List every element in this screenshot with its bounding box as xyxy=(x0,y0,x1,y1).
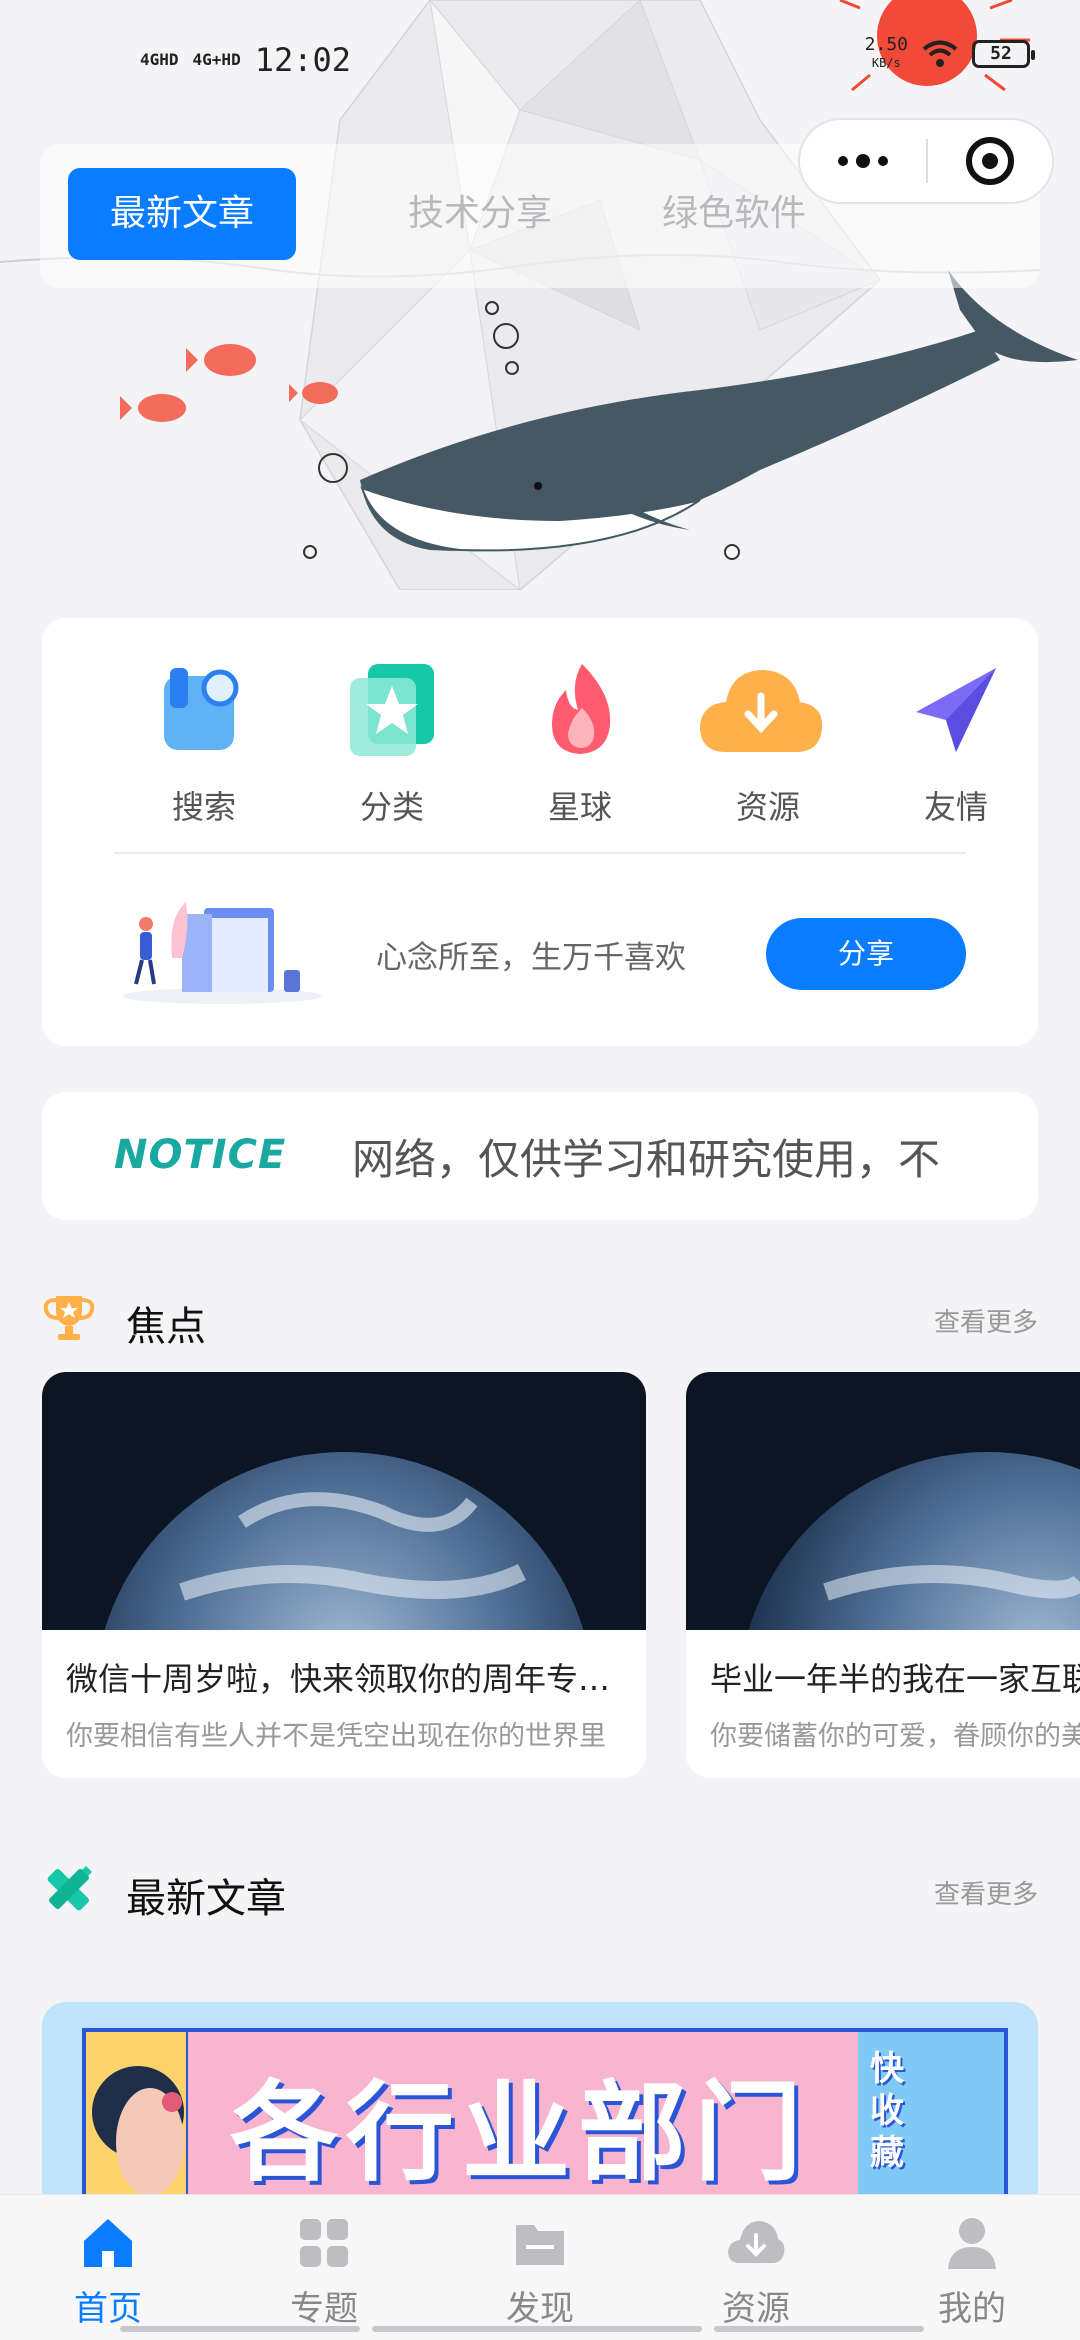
focus-section-title: 焦点 xyxy=(126,1304,206,1350)
iceberg-whale-illustration xyxy=(0,0,1078,590)
focus-section-header: 焦点 查看更多 xyxy=(42,1290,1038,1350)
more-menu-button[interactable] xyxy=(800,154,926,168)
tab-discover-label: 发现 xyxy=(506,2289,574,2329)
notice-text: 网络，仅供学习和研究使用，不 xyxy=(352,1135,941,1184)
tab-mine[interactable]: 我的 xyxy=(912,2213,1032,2330)
target-icon xyxy=(965,137,1014,185)
tab-home-label: 首页 xyxy=(74,2289,142,2329)
nav-label-category: 分类 xyxy=(359,788,424,826)
nav-label-search: 搜索 xyxy=(171,788,236,826)
gesture-bar xyxy=(372,2326,702,2332)
flame-icon xyxy=(552,664,611,754)
tab-mine-label: 我的 xyxy=(938,2289,1006,2329)
cloud-download-icon xyxy=(699,670,822,752)
miniprogram-capsule xyxy=(798,118,1054,204)
nav-item-planet[interactable]: 星球 xyxy=(510,660,650,828)
nav-item-search[interactable]: 搜索 xyxy=(134,660,274,828)
gesture-bar xyxy=(714,2326,924,2332)
search-icon xyxy=(164,668,239,750)
nav-divider xyxy=(114,852,966,854)
tab-home[interactable]: 首页 xyxy=(48,2213,168,2330)
tab-latest-articles[interactable]: 最新文章 xyxy=(68,168,297,260)
bottom-tab-bar: 首页 专题 发现 资源 我的 xyxy=(0,2194,1080,2340)
status-bar-right: 2.50 KB/s 52 xyxy=(865,36,1035,72)
latest-section-header: 最新文章 查看更多 xyxy=(42,1862,1038,1922)
gesture-bar xyxy=(120,2326,360,2332)
network-speed-value: 2.50 xyxy=(864,34,908,55)
tab-discover[interactable]: 发现 xyxy=(480,2213,600,2330)
notice-logo: NOTICE xyxy=(114,1132,287,1178)
user-icon xyxy=(948,2218,996,2269)
grid-icon xyxy=(300,2219,348,2267)
paper-plane-icon xyxy=(916,668,996,752)
focus-card[interactable]: 微信十周岁啦，快来领取你的周年专属报告 你要相信有些人并不是凭空出现在你的世界里 xyxy=(42,1372,646,1778)
latest-section-title: 最新文章 xyxy=(126,1876,286,1922)
nav-label-planet: 星球 xyxy=(547,788,612,826)
focus-card-title: 毕业一年半的我在一家互联网公司 xyxy=(710,1660,1080,1698)
tab-resources[interactable]: 资源 xyxy=(696,2213,816,2330)
focus-card[interactable]: 毕业一年半的我在一家互联网公司 你要储蓄你的可爱，眷顾你的美好 xyxy=(686,1372,1080,1778)
focus-card-subtitle: 你要储蓄你的可爱，眷顾你的美好 xyxy=(710,1721,1080,1752)
clock: 12:02 xyxy=(254,41,352,79)
focus-card-title: 微信十周岁啦，快来领取你的周年专属报告 xyxy=(66,1660,622,1698)
earth-image xyxy=(42,1372,646,1630)
network-indicator-2: 4G+HD xyxy=(192,50,241,69)
battery-indicator: 52 xyxy=(972,40,1035,68)
network-speed-unit: KB/s xyxy=(871,56,901,70)
status-bar: 4GHD 4G+HD 12:02 xyxy=(140,38,351,82)
focus-card-subtitle: 你要相信有些人并不是凭空出现在你的世界里 xyxy=(66,1721,606,1752)
home-icon xyxy=(84,2219,132,2267)
tab-tech-share[interactable]: 技术分享 xyxy=(366,168,594,260)
banner-side-text: 快收藏 xyxy=(870,2049,904,2173)
notice-bar[interactable]: NOTICE 网络，仅供学习和研究使用，不 xyxy=(42,1092,1038,1220)
tab-topics-label: 专题 xyxy=(290,2289,358,2329)
nav-item-friends[interactable]: 友情 xyxy=(886,660,1026,828)
header-illustration xyxy=(0,0,1080,590)
nav-label-friends: 友情 xyxy=(923,788,988,826)
folder-icon xyxy=(516,2225,564,2265)
tab-topics[interactable]: 专题 xyxy=(264,2213,384,2330)
banner-headline: 各行业部门 xyxy=(230,2071,811,2196)
share-slogan: 心念所至，生万千喜欢 xyxy=(376,940,686,976)
wifi-icon xyxy=(922,40,958,67)
earth-image xyxy=(686,1372,1080,1630)
nav-label-resources: 资源 xyxy=(735,788,800,826)
latest-see-more-link[interactable]: 查看更多 xyxy=(934,1874,1038,1911)
focus-see-more-link[interactable]: 查看更多 xyxy=(934,1302,1038,1339)
nav-item-resources[interactable]: 资源 xyxy=(698,660,838,828)
share-illustration xyxy=(122,902,322,1004)
trophy-icon xyxy=(43,1296,95,1340)
category-icon xyxy=(350,664,434,756)
tab-resources-label: 资源 xyxy=(722,2289,790,2329)
quick-nav-card: 搜索 分类 星球 资源 友情 心念所至，生万千喜欢 分享 xyxy=(42,618,1038,1046)
cloud-download-icon xyxy=(728,2221,785,2263)
network-speed: 2.50 KB/s xyxy=(865,36,908,72)
close-miniprogram-button[interactable] xyxy=(928,137,1052,185)
share-button[interactable]: 分享 xyxy=(766,918,966,990)
network-indicator-1: 4GHD xyxy=(140,50,179,69)
pencil-ruler-icon xyxy=(47,1866,92,1911)
nav-item-category[interactable]: 分类 xyxy=(322,660,462,828)
